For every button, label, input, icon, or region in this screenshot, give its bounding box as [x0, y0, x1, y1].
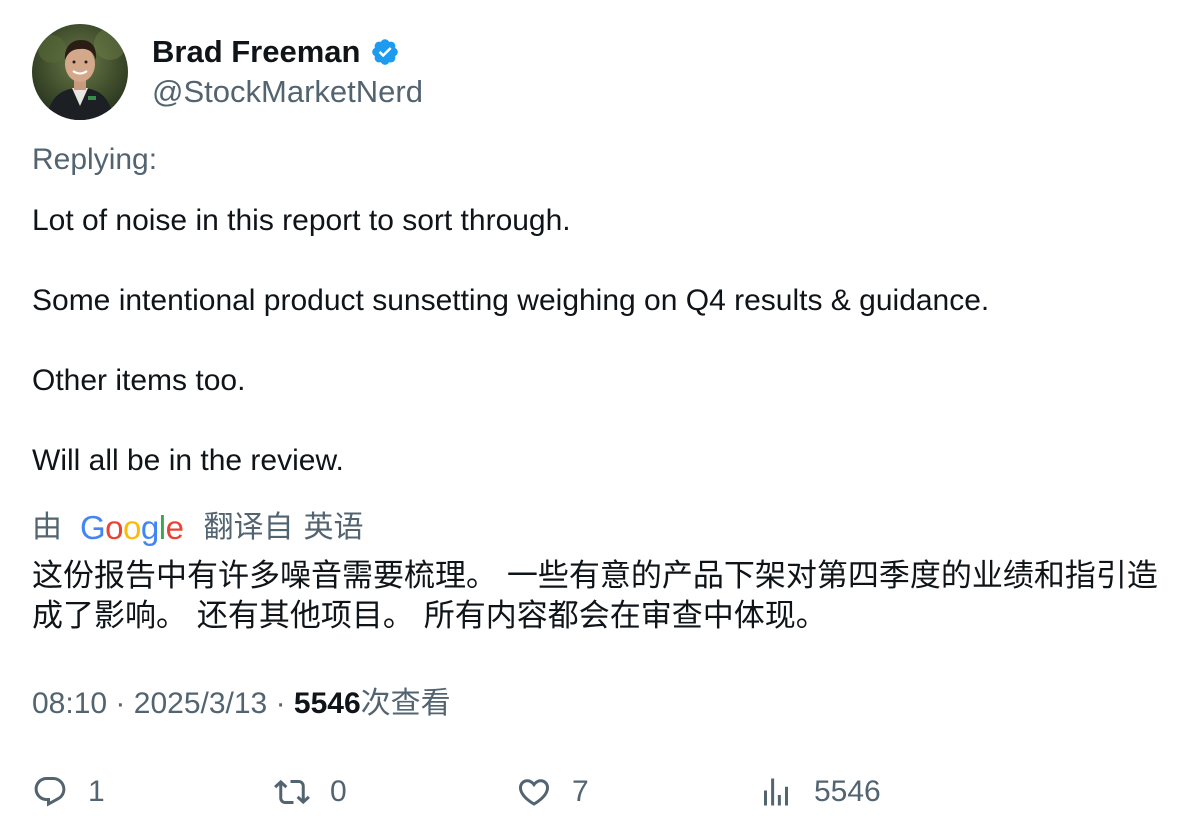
retweet-count: 0 — [330, 775, 347, 808]
views-count: 5546 — [293, 687, 361, 720]
display-name[interactable]: Brad Freeman — [152, 33, 360, 71]
tweet-line: Some intentional product sunsetting weig… — [32, 284, 990, 317]
translated-text: 这份报告中有许多噪音需要梳理。 一些有意的产品下架对第四季度的业绩和指引造成了影… — [32, 558, 1158, 634]
like-button[interactable]: 7 — [516, 772, 589, 812]
translate-by-label: 由 — [32, 511, 62, 544]
views-action-count: 5546 — [814, 775, 881, 808]
meta-separator: · — [275, 687, 286, 720]
avatar[interactable] — [32, 24, 128, 120]
tweet-line: Will all be in the review. — [32, 444, 344, 477]
bar-chart-icon — [758, 774, 794, 810]
retweet-arrows-icon — [274, 774, 310, 810]
views-button[interactable]: 5546 — [758, 772, 881, 812]
tweet-time[interactable]: 08:10 — [32, 687, 107, 720]
tweet-meta: 08:10 · 2025/3/13 · 5546次查看 — [32, 684, 451, 724]
replying-label: Replying: — [32, 143, 158, 176]
reply-button[interactable]: 1 — [32, 772, 105, 812]
google-logo-letter: g — [140, 509, 159, 546]
meta-separator: · — [115, 687, 126, 720]
retweet-button[interactable]: 0 — [274, 772, 347, 812]
tweet-line: Lot of noise in this report to sort thro… — [32, 204, 571, 237]
tweet-line: Other items too. — [32, 364, 246, 397]
tweet-text: Lot of noise in this report to sort thro… — [32, 201, 1162, 481]
like-count: 7 — [572, 775, 589, 808]
name-row: Brad Freeman — [152, 33, 423, 71]
google-logo[interactable]: Google — [80, 508, 184, 548]
translation-attribution: 由 Google 翻译自 英语 — [32, 508, 363, 548]
author-handle[interactable]: @StockMarketNerd — [152, 72, 423, 112]
avatar-image — [32, 24, 128, 120]
google-logo-letter: o — [123, 509, 141, 546]
google-logo-letter: o — [105, 509, 124, 546]
translated-from-label: 翻译自 — [203, 511, 294, 544]
google-logo-letter: l — [158, 509, 166, 546]
verified-badge-icon[interactable] — [370, 37, 400, 67]
google-logo-letter: G — [80, 509, 106, 546]
google-logo-letter: e — [165, 509, 184, 546]
source-language[interactable]: 英语 — [303, 508, 363, 548]
speech-bubble-icon — [32, 774, 68, 810]
author-names: Brad Freeman @StockMarketNerd — [152, 33, 423, 112]
reply-count: 1 — [88, 775, 105, 808]
heart-icon — [516, 774, 552, 810]
action-bar: 1 0 7 5546 — [0, 772, 1196, 812]
tweet-date[interactable]: 2025/3/13 — [134, 687, 267, 720]
views-label: 次查看 — [360, 687, 451, 720]
tweet-header: Brad Freeman @StockMarketNerd — [32, 24, 423, 120]
